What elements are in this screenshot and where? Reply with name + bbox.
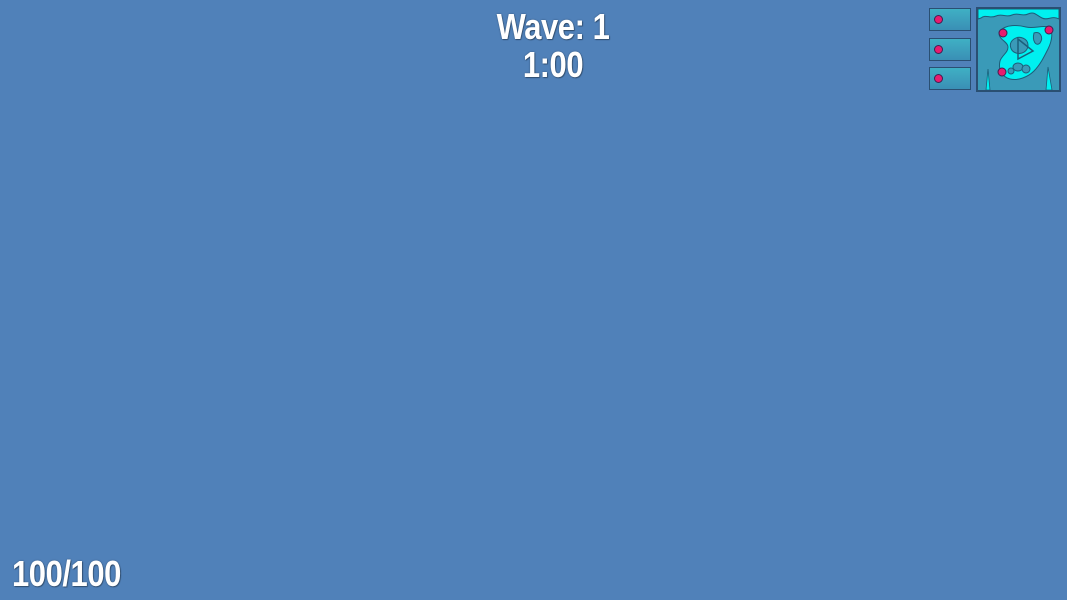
pink-dot-icon bbox=[934, 15, 943, 24]
game-screen: Wave: 1 1:00 100/100 bbox=[0, 0, 1067, 600]
minimap-lake-2 bbox=[1012, 62, 1024, 72]
wave-info: Wave: 1 1:00 bbox=[453, 8, 653, 84]
wave-label: Wave: 1 bbox=[496, 6, 610, 47]
inventory-slot-2[interactable] bbox=[929, 38, 971, 61]
minimap-lake-5 bbox=[1033, 32, 1043, 45]
minimap-terrain bbox=[978, 9, 1059, 90]
minimap-lake-4 bbox=[1007, 67, 1015, 75]
minimap-marker-2 bbox=[1044, 25, 1054, 35]
pink-dot-icon bbox=[934, 74, 943, 83]
inventory-slot-1[interactable] bbox=[929, 8, 971, 31]
minimap-marker-3 bbox=[997, 67, 1007, 77]
health-counter: 100/100 bbox=[12, 553, 121, 594]
wave-timer: 1:00 bbox=[522, 44, 584, 85]
minimap-marker-1 bbox=[998, 28, 1008, 38]
inventory-slot-3[interactable] bbox=[929, 67, 971, 90]
minimap[interactable] bbox=[976, 7, 1061, 92]
pink-dot-icon bbox=[934, 45, 943, 54]
minimap-lake-3 bbox=[1021, 64, 1031, 74]
inventory-slots bbox=[929, 8, 973, 92]
